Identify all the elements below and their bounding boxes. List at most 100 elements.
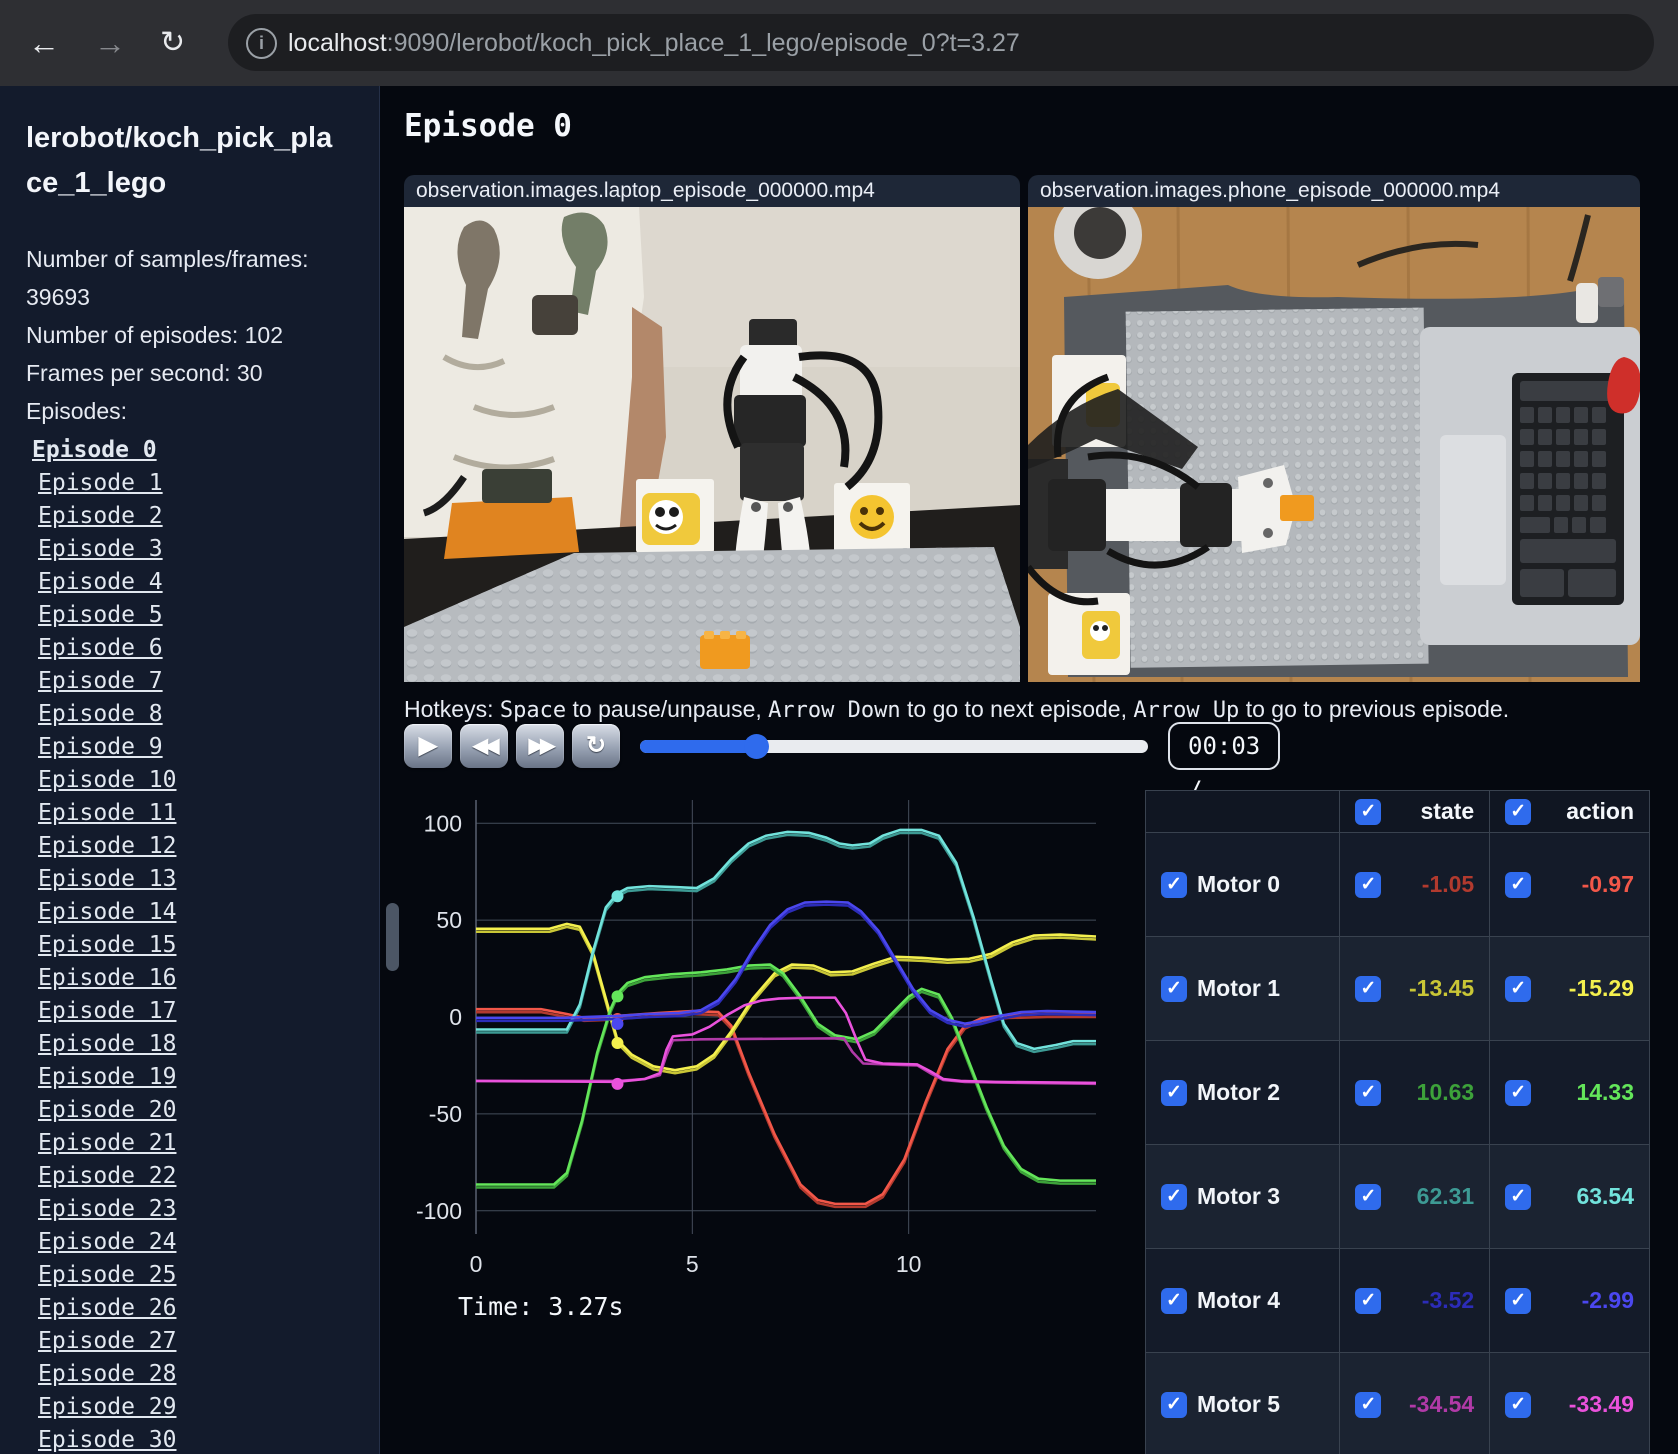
motor-action-value: -0.97: [1581, 871, 1634, 897]
stat-samples: Number of samples/frames: 39693: [26, 246, 309, 310]
motor-2-state-checkbox[interactable]: [1355, 1079, 1382, 1106]
sidebar-item-episode-0[interactable]: Episode 0: [32, 434, 355, 467]
sidebar-item-episode-5[interactable]: Episode 5: [38, 599, 355, 632]
sidebar-item-episode-26[interactable]: Episode 26: [38, 1292, 355, 1325]
video-frame-phone-camera: [1028, 207, 1640, 682]
chart-line-motor-4-state: [476, 903, 1097, 1028]
fast-forward-button[interactable]: ▶▶: [516, 724, 564, 768]
reload-icon[interactable]: ↻: [160, 22, 185, 64]
sidebar-item-episode-29[interactable]: Episode 29: [38, 1391, 355, 1424]
sidebar-item-episode-20[interactable]: Episode 20: [38, 1094, 355, 1127]
sidebar-item-episode-25[interactable]: Episode 25: [38, 1259, 355, 1292]
sidebar-item-episode-24[interactable]: Episode 24: [38, 1226, 355, 1259]
sidebar-item-episode-11[interactable]: Episode 11: [38, 797, 355, 830]
motor-5-state-checkbox[interactable]: [1355, 1391, 1382, 1418]
hotkeys-help-text: Hotkeys: Space to pause/unpause, Arrow D…: [404, 696, 1510, 723]
table-row-motor-1: Motor 1 -13.45 -15.29: [1144, 936, 1650, 1041]
motor-table: state action Motor 0 -1.05 -0.97 Motor 1 -13…: [1144, 790, 1650, 1454]
seek-slider-fill: [640, 740, 756, 753]
rewind-button[interactable]: ◀◀: [460, 724, 508, 768]
sidebar-item-episode-28[interactable]: Episode 28: [38, 1358, 355, 1391]
hotkey-arrow-up: Arrow Up: [1133, 698, 1240, 723]
sidebar-item-episode-7[interactable]: Episode 7: [38, 665, 355, 698]
motor-name: Motor 1: [1197, 975, 1281, 1001]
sidebar: lerobot/koch_pick_place_1_lego Number of…: [0, 86, 380, 1454]
motor-chart[interactable]: -100 -50 0 50 100 0 5 10 Time: 3.27s: [388, 786, 1104, 1346]
sidebar-item-episode-8[interactable]: Episode 8: [38, 698, 355, 731]
seek-slider[interactable]: [640, 734, 1148, 759]
motor-1-action-checkbox[interactable]: [1505, 975, 1532, 1002]
motor-0-action-checkbox[interactable]: [1505, 871, 1532, 898]
motor-state-value: -13.45: [1409, 975, 1475, 1001]
motor-2-checkbox[interactable]: [1161, 1079, 1187, 1106]
svg-text:0: 0: [449, 1004, 462, 1030]
sidebar-item-episode-13[interactable]: Episode 13: [38, 863, 355, 896]
motor-action-value: -2.99: [1581, 1287, 1634, 1313]
motor-state-value: 62.31: [1416, 1183, 1475, 1209]
motor-name: Motor 3: [1197, 1183, 1281, 1209]
sidebar-item-episode-14[interactable]: Episode 14: [38, 896, 355, 929]
scrollbar-thumb[interactable]: [386, 903, 399, 971]
motor-0-checkbox[interactable]: [1161, 871, 1187, 898]
sidebar-item-episode-18[interactable]: Episode 18: [38, 1028, 355, 1061]
sidebar-item-episode-10[interactable]: Episode 10: [38, 764, 355, 797]
sidebar-item-episode-30[interactable]: Episode 30: [38, 1424, 355, 1454]
svg-text:5: 5: [686, 1251, 699, 1277]
chart-cursor-dot-motor-5: [611, 1077, 624, 1090]
sidebar-item-episode-19[interactable]: Episode 19: [38, 1061, 355, 1094]
rewind-icon: ◀◀: [472, 735, 500, 757]
state-header-cell: state: [1339, 790, 1491, 833]
chart-cursor-dot-motor-2: [611, 990, 624, 1003]
video-panel-phone[interactable]: observation.images.phone_episode_000000.…: [1028, 175, 1640, 682]
sidebar-item-episode-1[interactable]: Episode 1: [38, 467, 355, 500]
back-icon[interactable]: ←: [28, 22, 60, 64]
motor-2-action-checkbox[interactable]: [1505, 1079, 1532, 1106]
motor-3-checkbox[interactable]: [1161, 1183, 1187, 1210]
video-panel-laptop[interactable]: observation.images.laptop_episode_000000…: [404, 175, 1020, 682]
sidebar-item-episode-16[interactable]: Episode 16: [38, 962, 355, 995]
dataset-title: lerobot/koch_pick_place_1_lego: [26, 122, 333, 199]
seek-slider-thumb[interactable]: [743, 734, 769, 759]
sidebar-item-episode-2[interactable]: Episode 2: [38, 500, 355, 533]
motor-3-action-checkbox[interactable]: [1505, 1183, 1532, 1210]
action-column-checkbox[interactable]: [1505, 798, 1532, 825]
sidebar-item-episode-23[interactable]: Episode 23: [38, 1193, 355, 1226]
chart-svg: -100 -50 0 50 100 0 5 10: [416, 800, 1097, 1277]
url-host: localhost: [288, 29, 387, 57]
motor-4-action-checkbox[interactable]: [1505, 1287, 1532, 1314]
forward-icon[interactable]: →: [94, 22, 126, 64]
sidebar-item-episode-4[interactable]: Episode 4: [38, 566, 355, 599]
motor-5-checkbox[interactable]: [1161, 1391, 1187, 1418]
motor-4-checkbox[interactable]: [1161, 1287, 1187, 1314]
sidebar-item-episode-12[interactable]: Episode 12: [38, 830, 355, 863]
hotkey-arrow-down: Arrow Down: [768, 698, 901, 723]
motor-1-checkbox[interactable]: [1161, 975, 1187, 1002]
sidebar-item-episode-6[interactable]: Episode 6: [38, 632, 355, 665]
motor-state-value: -3.52: [1421, 1287, 1475, 1313]
motor-name: Motor 4: [1197, 1287, 1281, 1313]
play-button[interactable]: ▶: [404, 724, 452, 768]
sidebar-item-episode-9[interactable]: Episode 9: [38, 731, 355, 764]
sidebar-item-episode-22[interactable]: Episode 22: [38, 1160, 355, 1193]
sidebar-item-episode-3[interactable]: Episode 3: [38, 533, 355, 566]
svg-text:100: 100: [424, 810, 462, 836]
motor-4-state-checkbox[interactable]: [1355, 1287, 1382, 1314]
sidebar-item-episode-21[interactable]: Episode 21: [38, 1127, 355, 1160]
site-info-icon[interactable]: i: [246, 28, 277, 59]
url-text[interactable]: localhost:9090/lerobot/koch_pick_place_1…: [288, 28, 1020, 58]
sidebar-item-episode-15[interactable]: Episode 15: [38, 929, 355, 962]
motor-5-action-checkbox[interactable]: [1505, 1391, 1532, 1418]
loop-button[interactable]: ↻: [572, 724, 620, 768]
state-column-checkbox[interactable]: [1355, 798, 1382, 825]
lerobot-dataset-visualizer: ← → ↻ i localhost:9090/lerobot/koch_pick…: [0, 0, 1678, 1454]
sidebar-item-episode-17[interactable]: Episode 17: [38, 995, 355, 1028]
address-bar[interactable]: i localhost:9090/lerobot/koch_pick_place…: [228, 14, 1654, 71]
sidebar-item-episode-27[interactable]: Episode 27: [38, 1325, 355, 1358]
motor-0-state-checkbox[interactable]: [1355, 871, 1382, 898]
motor-state-value: -1.05: [1421, 871, 1475, 897]
motor-3-state-checkbox[interactable]: [1355, 1183, 1382, 1210]
loop-icon: ↻: [585, 732, 607, 759]
motor-1-state-checkbox[interactable]: [1355, 975, 1382, 1002]
fast-forward-icon: ▶▶: [528, 735, 556, 757]
motor-state-value: -34.54: [1409, 1391, 1475, 1417]
